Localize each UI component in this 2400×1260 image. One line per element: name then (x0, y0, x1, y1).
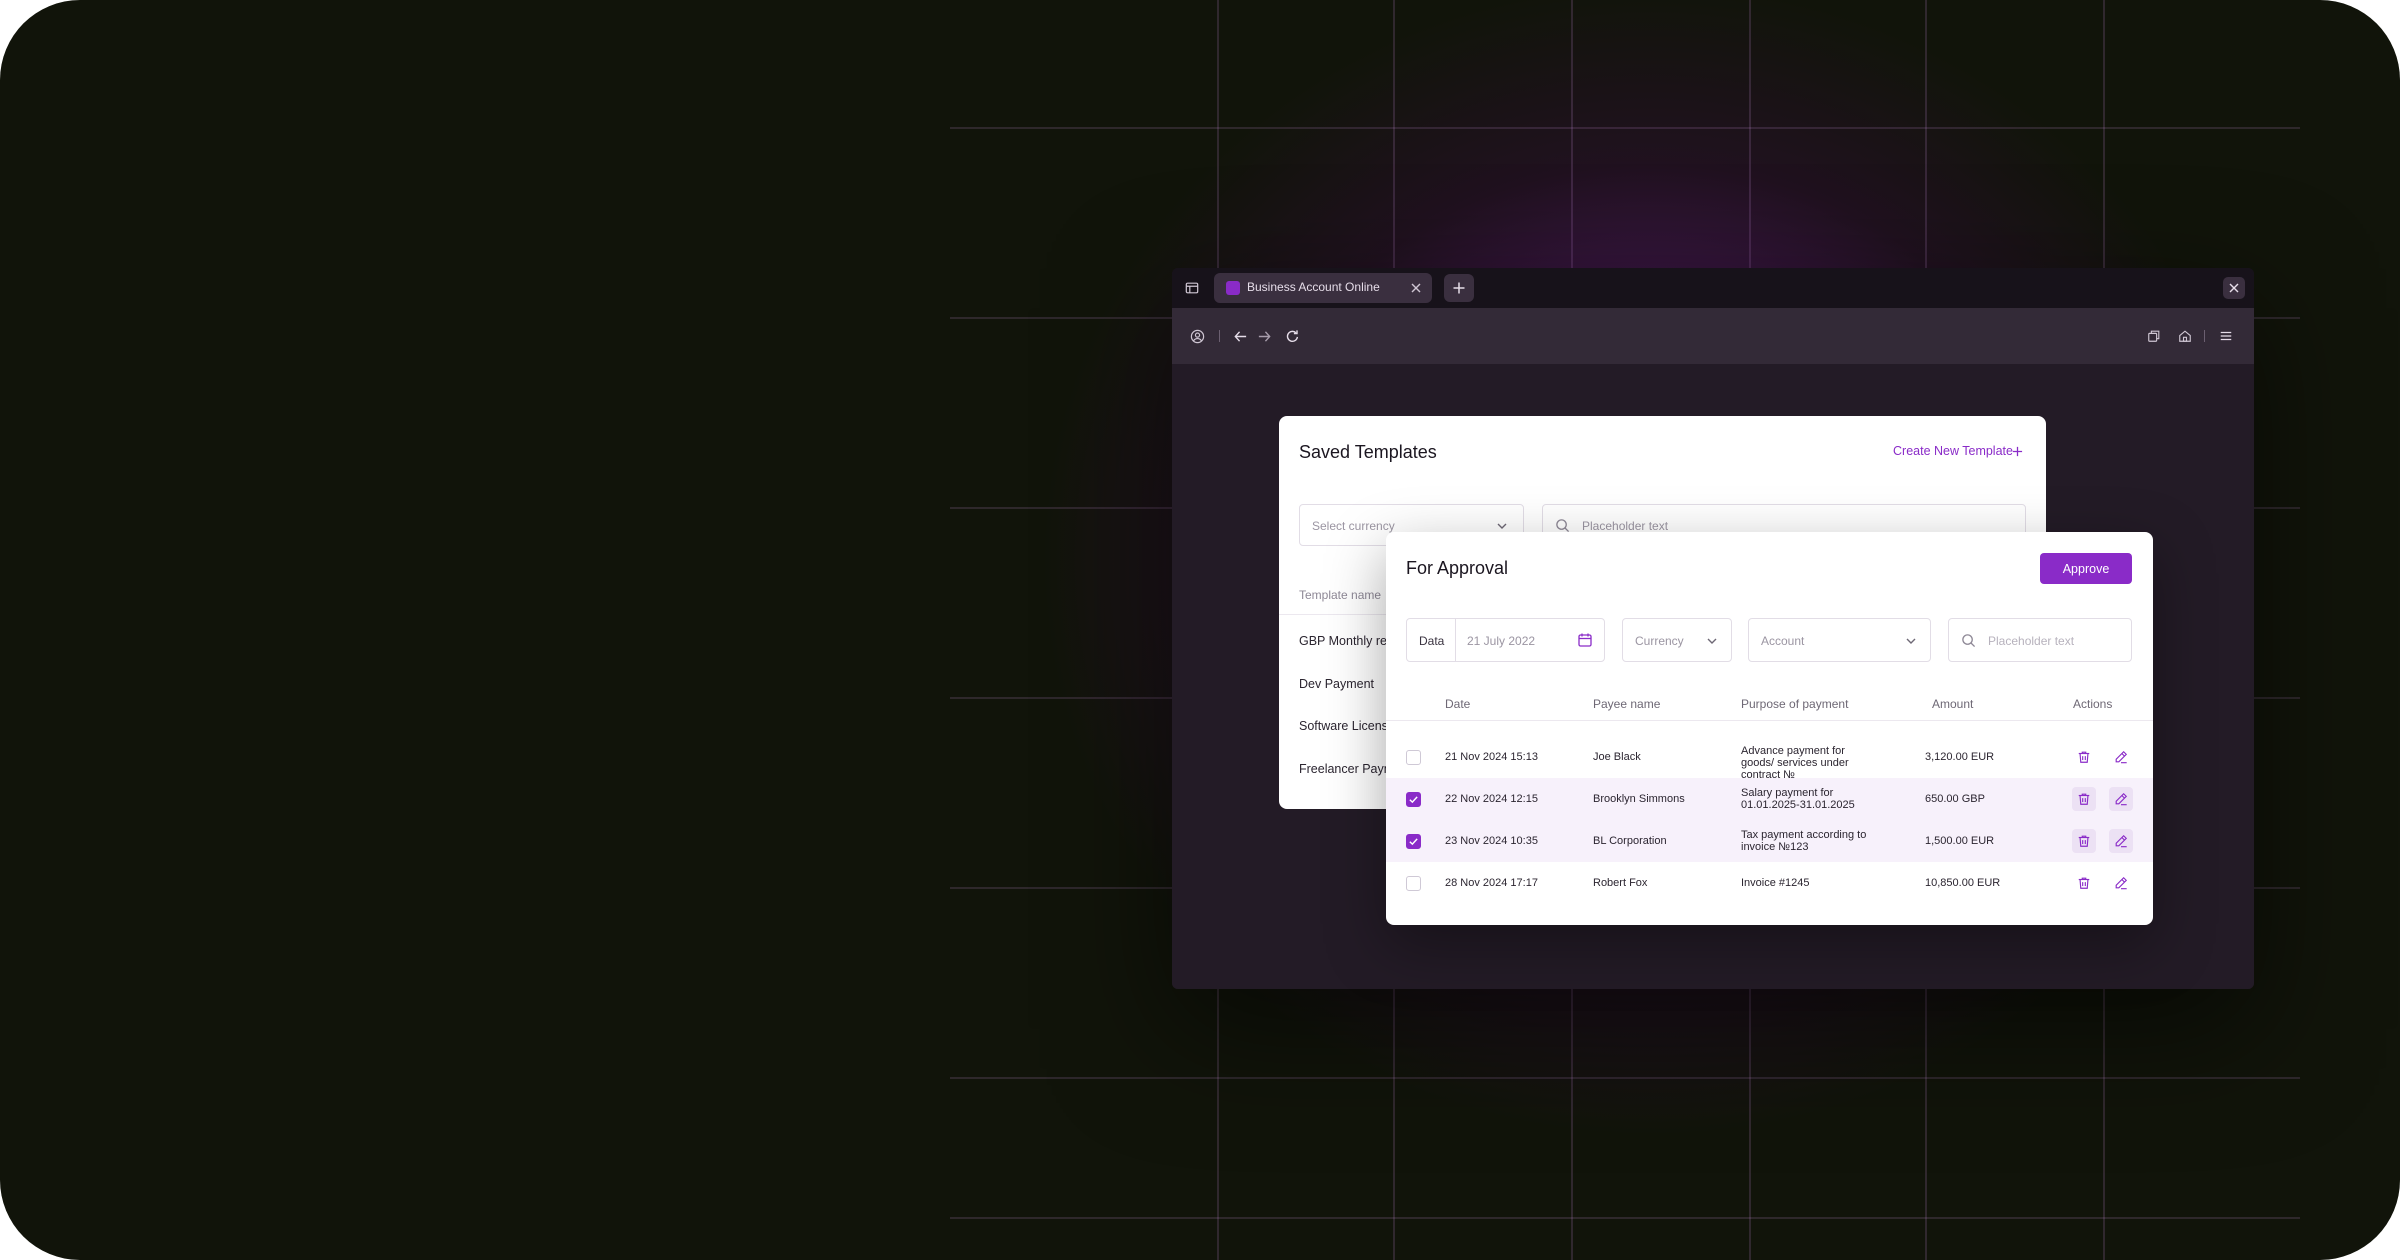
calendar-icon[interactable] (1577, 632, 1593, 648)
edit-pencil-icon (2114, 876, 2128, 890)
window-close-button[interactable] (2223, 277, 2245, 299)
home-icon[interactable] (2178, 329, 2192, 343)
row-date: 28 Nov 2024 17:17 (1445, 877, 1538, 889)
delete-button[interactable] (2072, 787, 2096, 811)
account-placeholder: Account (1761, 634, 1805, 648)
table-row[interactable]: 28 Nov 2024 17:17 Robert Fox Invoice #1245… (1386, 862, 2153, 904)
row-payee: Brooklyn Simmons (1593, 793, 1685, 805)
search-icon (1555, 518, 1570, 533)
divider (1455, 619, 1456, 661)
sidebar-icon[interactable] (1185, 281, 1199, 295)
column-header-actions: Actions (2073, 697, 2113, 711)
tab-title: Business Account Online (1247, 280, 1380, 294)
table-row[interactable]: 21 Nov 2024 15:13 Joe Black Advance paymen… (1386, 736, 2153, 781)
row-purpose: Advance payment for goods/ services unde… (1741, 745, 1849, 781)
column-header-template-name: Template name (1299, 588, 1382, 602)
chevron-down-icon (1496, 520, 1508, 532)
reload-icon[interactable] (1285, 329, 1300, 344)
chevron-down-icon (1706, 635, 1718, 647)
panel-title: For Approval (1406, 558, 1509, 578)
row-amount: 650.00 GBP (1925, 793, 1985, 805)
column-header-purpose: Purpose of payment (1741, 697, 1849, 711)
column-header-amount: Amount (1932, 697, 1974, 711)
template-row[interactable]: Freelancer Paym (1299, 762, 1394, 776)
toolbar (1172, 308, 2254, 364)
trash-icon (2077, 876, 2091, 890)
row-checkbox[interactable] (1406, 834, 1421, 849)
delete-button[interactable] (2072, 871, 2096, 895)
chevron-down-icon (1905, 635, 1917, 647)
row-amount: 3,120.00 EUR (1925, 751, 1995, 763)
table-row[interactable]: 22 Nov 2024 12:15 Brooklyn Simmons Salary … (1386, 778, 2153, 820)
date-filter-value: 21 July 2022 (1467, 634, 1536, 648)
create-new-template-link[interactable]: Create New Template (1893, 444, 2013, 458)
trash-icon (2077, 750, 2091, 764)
approve-button[interactable]: Approve (2040, 553, 2132, 584)
row-date: 22 Nov 2024 12:15 (1445, 793, 1538, 805)
edit-pencil-icon (2114, 792, 2128, 806)
trash-icon (2077, 792, 2091, 806)
currency-select-placeholder: Select currency (1312, 519, 1395, 533)
edit-pencil-icon (2114, 750, 2128, 764)
back-arrow-icon[interactable] (1233, 329, 1248, 344)
row-amount: 10,850.00 EUR (1925, 877, 2001, 889)
edit-button[interactable] (2109, 829, 2133, 853)
close-icon[interactable] (1410, 282, 1422, 294)
favicon-icon (1226, 281, 1240, 295)
window-close-icon (2229, 283, 2239, 293)
row-purpose: Tax payment according to invoice №123 (1741, 829, 1867, 853)
account-select[interactable]: Account (1748, 618, 1931, 662)
row-purpose: Salary payment for 01.01.2025-31.01.2025 (1741, 787, 1855, 811)
menu-icon[interactable] (2219, 329, 2233, 343)
search-icon (1961, 633, 1976, 648)
plus-icon (1452, 281, 1466, 295)
template-row[interactable]: GBP Monthly ren (1299, 634, 1394, 648)
trash-icon (2077, 834, 2091, 848)
edit-pencil-icon (2114, 834, 2128, 848)
delete-button[interactable] (2072, 829, 2096, 853)
row-payee: BL Corporation (1593, 835, 1667, 847)
delete-button[interactable] (2072, 745, 2096, 769)
edit-button[interactable] (2109, 745, 2133, 769)
row-date: 21 Nov 2024 15:13 (1445, 751, 1538, 763)
for-approval-panel: For Approval Approve Data 21 July 2022 C… (1386, 532, 2153, 925)
edit-button[interactable] (2109, 871, 2133, 895)
edit-button[interactable] (2109, 787, 2133, 811)
forward-arrow-icon[interactable] (1257, 329, 1272, 344)
browser-tab[interactable]: Business Account Online (1214, 273, 1432, 303)
template-row[interactable]: Dev Payment (1299, 677, 1374, 691)
table-row[interactable]: 23 Nov 2024 10:35 BL Corporation Tax payme… (1386, 820, 2153, 862)
tabs-icon[interactable] (2147, 329, 2161, 343)
row-checkbox[interactable] (1406, 876, 1421, 891)
row-checkbox[interactable] (1406, 792, 1421, 807)
row-payee: Robert Fox (1593, 877, 1648, 889)
column-header-date: Date (1445, 697, 1471, 711)
page-title: Saved Templates (1299, 442, 1437, 462)
template-row[interactable]: Software License (1299, 719, 1395, 733)
currency-placeholder: Currency (1635, 634, 1684, 648)
search-placeholder: Placeholder text (1988, 634, 2075, 648)
profile-icon[interactable] (1190, 329, 1205, 344)
currency-select[interactable]: Currency (1622, 618, 1732, 662)
row-checkbox[interactable] (1406, 750, 1421, 765)
toolbar-divider (2204, 330, 2205, 342)
date-filter-label: Data (1419, 634, 1445, 648)
tab-bar: Business Account Online (1172, 268, 2254, 308)
row-purpose: Invoice #1245 (1741, 877, 1810, 889)
search-input[interactable]: Placeholder text (1948, 618, 2132, 662)
search-placeholder: Placeholder text (1582, 519, 1669, 533)
divider (1386, 720, 2153, 721)
toolbar-divider (1219, 330, 1220, 342)
new-tab-button[interactable] (1444, 274, 1474, 302)
plus-icon[interactable] (2012, 446, 2023, 457)
date-filter[interactable]: Data 21 July 2022 (1406, 618, 1605, 662)
row-date: 23 Nov 2024 10:35 (1445, 835, 1538, 847)
row-amount: 1,500.00 EUR (1925, 835, 1995, 847)
column-header-payee: Payee name (1593, 697, 1661, 711)
background-stage: Business Account Online Saved Templates … (0, 0, 2400, 1260)
row-payee: Joe Black (1593, 751, 1641, 763)
